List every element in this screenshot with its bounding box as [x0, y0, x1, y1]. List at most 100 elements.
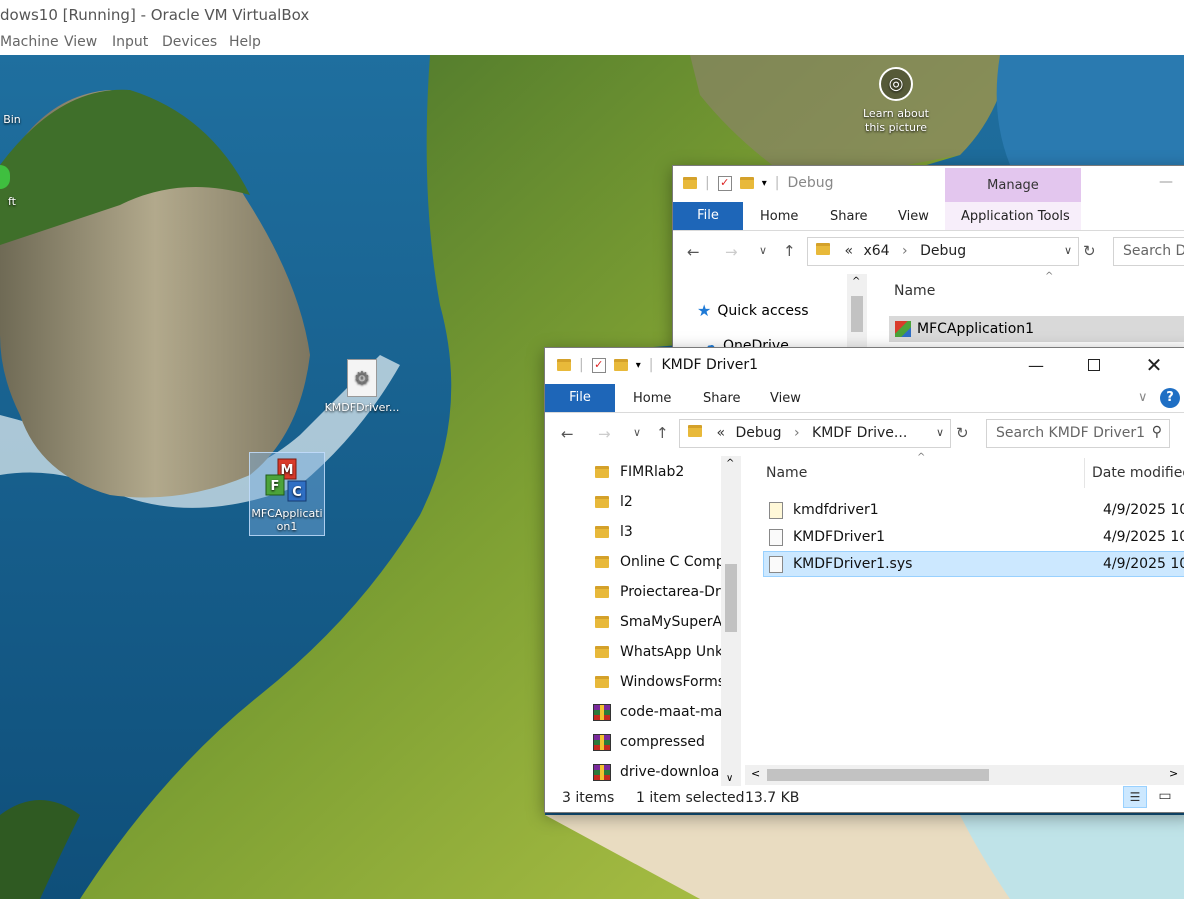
tab-file[interactable]: File [673, 202, 743, 230]
scroll-down-icon[interactable]: ∨ [726, 773, 733, 784]
tab-view[interactable]: View [898, 209, 929, 224]
tree-item[interactable]: WhatsApp Unk [595, 637, 723, 667]
menu-devices[interactable]: Devices [162, 34, 217, 50]
expand-ribbon-chevron-icon[interactable]: ∨ [1138, 390, 1148, 405]
nav-quick-access[interactable]: ★ Quick access [697, 301, 809, 320]
nav-scrollbar[interactable]: ^ ∨ [721, 456, 741, 786]
tab-application-tools[interactable]: Application Tools [961, 209, 1070, 224]
tree-item[interactable]: drive-downloa [593, 757, 719, 786]
file-date: 4/9/2025 10:5 [1103, 502, 1184, 518]
forward-arrow-icon[interactable]: → [598, 425, 611, 443]
tree-item[interactable]: l3 [595, 517, 633, 547]
tree-item[interactable]: FIMRlab2 [595, 457, 684, 487]
forward-arrow-icon[interactable]: → [725, 243, 738, 261]
desktop-icon-recycle-bin[interactable]: Bin [0, 113, 24, 126]
tab-home[interactable]: Home [633, 391, 671, 406]
scroll-thumb[interactable] [725, 564, 737, 632]
scroll-right-icon[interactable]: > [1169, 767, 1178, 780]
manage-contextual-tab[interactable]: Manage [945, 168, 1081, 202]
tree-item[interactable]: compressed [593, 727, 705, 757]
desktop-icon-edge[interactable]: ft [0, 165, 24, 208]
properties-icon[interactable]: ✓ [717, 175, 732, 191]
learn-about-picture[interactable]: ◎ Learn about this picture [858, 67, 934, 135]
scroll-up-icon[interactable]: ^ [726, 458, 734, 469]
details-view-icon[interactable]: ☰ [1123, 786, 1147, 808]
column-header-name[interactable]: Name [766, 465, 807, 481]
archive-icon [593, 703, 611, 721]
file-name: kmdfdriver1 [793, 502, 879, 518]
recent-locations-chevron-icon[interactable]: ∨ [759, 244, 767, 257]
star-icon: ★ [697, 301, 712, 320]
file-row-mfcapplication1[interactable]: MFCApplication1 [889, 316, 1184, 342]
minimize-button[interactable]: — [1159, 174, 1173, 190]
menu-input[interactable]: Input [112, 34, 148, 50]
sort-arrow-icon: ^ [1045, 271, 1054, 282]
scroll-up-icon[interactable]: ^ [852, 276, 860, 287]
address-dropdown-chevron-icon[interactable]: ∨ [1064, 244, 1072, 257]
tree-item[interactable]: Online C Comp [595, 547, 725, 577]
folder-icon [595, 466, 609, 478]
scroll-thumb[interactable] [851, 296, 863, 332]
back-arrow-icon[interactable]: ← [561, 425, 574, 443]
gear-file-icon: ⚙ [347, 359, 377, 397]
tab-share[interactable]: Share [830, 209, 868, 224]
up-arrow-icon[interactable]: ↑ [656, 424, 669, 442]
column-header-name[interactable]: Name [894, 283, 935, 299]
breadcrumb-kmdf-driver[interactable]: KMDF Drive... [812, 425, 907, 441]
menu-view[interactable]: View [64, 34, 97, 50]
tab-share[interactable]: Share [703, 391, 741, 406]
close-button[interactable]: ✕ [1125, 348, 1183, 382]
menu-machine[interactable]: Machine [0, 34, 59, 50]
back-arrow-icon[interactable]: ← [687, 243, 700, 261]
large-icons-view-icon[interactable]: ▭ [1153, 786, 1177, 808]
up-arrow-icon[interactable]: ↑ [783, 242, 796, 260]
column-divider[interactable] [1084, 458, 1085, 488]
new-folder-icon[interactable] [739, 177, 754, 189]
tab-home[interactable]: Home [760, 209, 798, 224]
desktop-icon-mfcapplication1[interactable]: M F C MFCApplication1 [249, 452, 325, 536]
help-icon[interactable]: ? [1160, 388, 1180, 408]
maximize-button[interactable] [1065, 348, 1123, 382]
tree-item[interactable]: SmaMySuperAl [595, 607, 726, 637]
tree-item-label: code-maat-ma [620, 704, 723, 720]
breadcrumb-x64[interactable]: x64 [863, 243, 889, 259]
folder-icon [595, 586, 609, 598]
refresh-icon[interactable]: ↻ [956, 424, 969, 442]
customize-chevron-icon[interactable]: ▾ [762, 178, 767, 189]
explorer-window-debug: | ✓ ▾ | Debug Manage — File Home Share V… [672, 165, 1184, 365]
search-input[interactable]: Search De [1113, 237, 1184, 266]
tree-item[interactable]: WindowsForms [595, 667, 725, 697]
minimize-button[interactable]: — [1007, 348, 1065, 382]
tab-view[interactable]: View [770, 391, 801, 406]
file-row-kmdfdriver1-cat[interactable]: KMDFDriver1 4/9/2025 10:5 [763, 524, 1184, 550]
horizontal-scrollbar[interactable]: < > [745, 765, 1184, 785]
file-row-kmdfdriver1-inf[interactable]: kmdfdriver1 4/9/2025 10:5 [763, 497, 1184, 523]
tree-item[interactable]: code-maat-ma [593, 697, 722, 727]
tree-item[interactable]: l2 [595, 487, 633, 517]
ribbon-divider [545, 412, 1184, 413]
search-input[interactable]: Search KMDF Driver1 ⚲ [986, 419, 1170, 448]
menu-help[interactable]: Help [229, 34, 261, 50]
breadcrumb-debug[interactable]: Debug [735, 425, 781, 441]
status-selected: 1 item selected [636, 790, 745, 806]
file-row-kmdfdriver1-sys[interactable]: KMDFDriver1.sys 4/9/2025 10:5 [763, 551, 1184, 577]
properties-icon[interactable]: ✓ [591, 357, 606, 373]
recycle-bin-label: Bin [3, 113, 21, 126]
address-bar[interactable]: « x64 › Debug ∨ [807, 237, 1079, 266]
recent-locations-chevron-icon[interactable]: ∨ [633, 426, 641, 439]
tree-item[interactable]: Proiectarea-Dri [595, 577, 725, 607]
breadcrumb-debug[interactable]: Debug [920, 243, 966, 259]
scroll-left-icon[interactable]: < [751, 767, 760, 780]
column-header-date-modified[interactable]: Date modified [1092, 465, 1184, 481]
scroll-thumb[interactable] [767, 769, 989, 781]
tab-file[interactable]: File [545, 384, 615, 412]
new-folder-icon[interactable] [613, 359, 628, 371]
mfcapplication1-label: MFCApplication1 [251, 507, 323, 533]
address-dropdown-chevron-icon[interactable]: ∨ [936, 426, 944, 439]
address-bar[interactable]: « Debug › KMDF Drive... ∨ [679, 419, 951, 448]
refresh-icon[interactable]: ↻ [1083, 242, 1096, 260]
file-date: 4/9/2025 10:5 [1103, 556, 1184, 572]
desktop-icon-kmdfdriver[interactable]: ⚙ KMDFDriver... [324, 359, 400, 414]
folder-icon [595, 616, 609, 628]
customize-chevron-icon[interactable]: ▾ [636, 360, 641, 371]
